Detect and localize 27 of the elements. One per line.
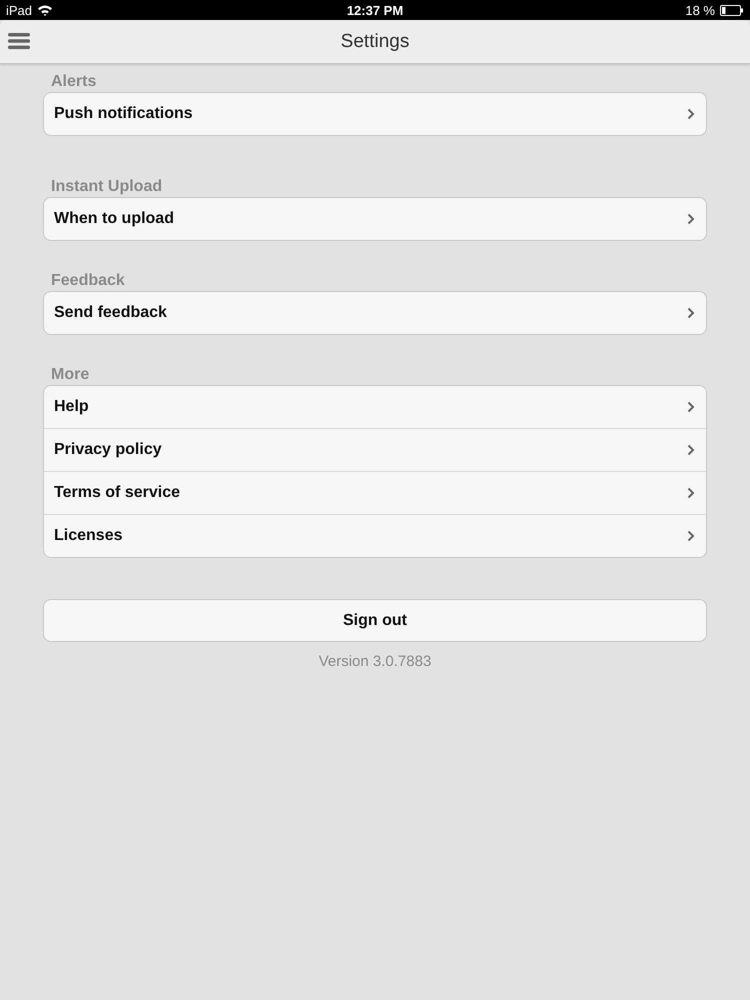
settings-row[interactable]: Privacy policy (44, 428, 706, 471)
wifi-icon (37, 4, 54, 16)
battery-percent: 18 % (685, 2, 715, 18)
chevron-icon (687, 213, 695, 225)
device-name: iPad (6, 2, 32, 18)
section-header: Alerts (50, 72, 98, 92)
battery-icon (720, 4, 744, 16)
section-header: Feedback (50, 271, 126, 291)
chevron-icon (687, 487, 695, 499)
menu-icon[interactable] (8, 32, 30, 50)
settings-row[interactable]: Push notifications (44, 93, 706, 135)
sign-out-button[interactable]: Sign out (43, 599, 707, 642)
chevron-icon (687, 307, 695, 319)
page-title: Settings (340, 30, 410, 52)
chevron-icon (687, 530, 695, 542)
settings-row[interactable]: When to upload (44, 198, 706, 240)
settings-row[interactable]: Terms of service (44, 471, 706, 514)
settings-row[interactable]: Send feedback (44, 292, 706, 334)
section-header: More (50, 365, 90, 385)
version-text: Version 3.0.7883 (318, 653, 432, 670)
section-header: Instant Upload (50, 177, 164, 197)
chevron-icon (687, 401, 695, 413)
chevron-icon (687, 108, 695, 120)
settings-row[interactable]: Licenses (44, 514, 706, 557)
settings-row[interactable]: Help (44, 386, 706, 428)
chevron-icon (687, 444, 695, 456)
clock: 12:37 PM (346, 2, 404, 18)
